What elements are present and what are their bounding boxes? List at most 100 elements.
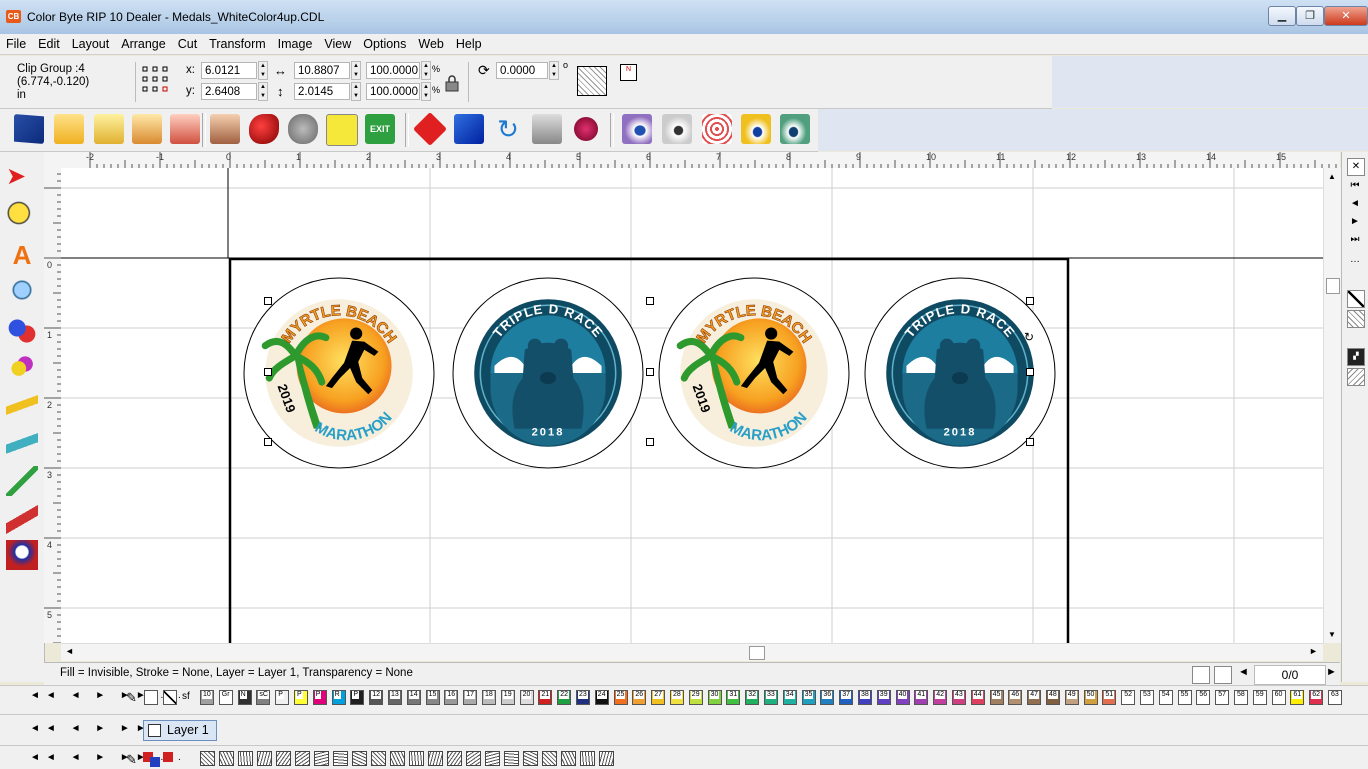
color-swatch[interactable]: P <box>275 690 290 705</box>
scroll-up-arrow[interactable]: ▲ <box>1328 172 1336 181</box>
knife-icon[interactable] <box>6 504 38 534</box>
color-swatch[interactable]: 55 <box>1177 690 1192 705</box>
color-swatch[interactable]: 22 <box>557 690 572 705</box>
color-swatch[interactable]: 29 <box>688 690 703 705</box>
group-icon[interactable] <box>326 114 358 146</box>
hatch-fill-icon[interactable] <box>1347 368 1365 386</box>
page-prev-button[interactable]: ◄ <box>1238 666 1249 678</box>
text-tool-icon[interactable]: A <box>6 240 38 270</box>
drawing-canvas[interactable]: MYRTLE BEACH MARATHON 2019 TRIPLE D RACE… <box>61 168 1323 643</box>
menu-options[interactable]: Options <box>357 34 412 54</box>
color-swatch[interactable]: 51 <box>1102 690 1117 705</box>
pattern-swatch[interactable] <box>200 751 215 766</box>
selection-handle[interactable] <box>264 297 272 305</box>
wizard-icon[interactable] <box>6 540 38 570</box>
pattern-swatch[interactable] <box>276 751 291 766</box>
color-swatch[interactable]: 49 <box>1064 690 1079 705</box>
pattern-swatch[interactable] <box>257 751 272 766</box>
color-swatch[interactable]: N <box>237 690 252 705</box>
color-swatch[interactable]: 52 <box>1121 690 1136 705</box>
scroll-down-arrow[interactable]: ▼ <box>1328 630 1336 639</box>
color-swatch[interactable]: 60 <box>1271 690 1286 705</box>
color-eye-icon[interactable] <box>741 114 771 144</box>
pattern-swatch[interactable] <box>561 751 576 766</box>
alt-color-indicator[interactable] <box>163 752 173 762</box>
color-swatch[interactable]: 62 <box>1309 690 1324 705</box>
pattern-swatch[interactable] <box>428 751 443 766</box>
scale-x-input[interactable]: 100.0000 <box>366 62 420 79</box>
scale-x-spinner[interactable]: ▲ ▼ <box>421 61 431 80</box>
stroke-icon[interactable]: ▞ <box>1347 348 1365 366</box>
color-swatch[interactable]: 38 <box>858 690 872 705</box>
stroke-color-indicator[interactable] <box>150 757 160 767</box>
color-swatch[interactable]: 53 <box>1140 690 1154 705</box>
color-swatch[interactable]: 48 <box>1046 690 1060 705</box>
pen-icon[interactable] <box>6 466 38 496</box>
swatch-none[interactable] <box>163 690 177 705</box>
color-swatch[interactable]: P <box>350 690 365 705</box>
color-swatch[interactable]: 20 <box>519 690 534 705</box>
menu-transform[interactable]: Transform <box>203 34 272 54</box>
rotation-input[interactable]: 0.0000 <box>496 62 548 79</box>
color-swatch[interactable]: 25 <box>613 690 628 705</box>
minimize-button[interactable]: ▁ <box>1268 6 1296 26</box>
color-swatch[interactable]: 41 <box>914 690 929 705</box>
scale-y-input[interactable]: 100.0000 <box>366 83 420 100</box>
color-swatch[interactable]: 32 <box>745 690 760 705</box>
color-swatch[interactable]: 12 <box>369 690 384 705</box>
color-swatch[interactable]: 59 <box>1252 690 1267 705</box>
pattern-swatch[interactable] <box>314 751 329 766</box>
last-page-icon[interactable]: ⏭ <box>1347 232 1363 248</box>
color-tool-icon[interactable] <box>6 352 38 382</box>
selection-handle[interactable] <box>1026 297 1034 305</box>
next-page-icon[interactable]: ► <box>1347 214 1363 230</box>
x-input[interactable]: 6.0121 <box>201 62 257 79</box>
color-swatch[interactable]: 31 <box>726 690 741 705</box>
zoom-icon[interactable] <box>6 201 38 231</box>
page-next-button[interactable]: ► <box>1326 666 1337 678</box>
pattern-swatch[interactable] <box>485 751 500 766</box>
medal-myrtle-beach-marathon[interactable]: MYRTLE BEACH MARATHON 2019 <box>658 277 850 469</box>
node-edit-icon[interactable] <box>413 112 447 146</box>
anchor-grid-icon[interactable] <box>142 66 174 100</box>
rip-icon[interactable] <box>574 117 598 141</box>
color-swatch[interactable]: sC <box>256 690 271 705</box>
color-swatch[interactable]: P <box>312 690 327 705</box>
vertical-scroll-thumb[interactable] <box>1326 278 1340 294</box>
color-swatch[interactable]: P <box>294 690 308 705</box>
exit-icon[interactable]: EXIT <box>365 114 395 144</box>
lock-icon[interactable] <box>445 74 459 92</box>
view-points-eye-icon[interactable] <box>662 114 692 144</box>
color-swatch[interactable]: Gr <box>218 690 233 705</box>
pattern-swatch[interactable] <box>409 751 424 766</box>
layer-visibility-checkbox[interactable] <box>148 724 161 737</box>
n-box[interactable]: N <box>620 64 637 81</box>
menu-view[interactable]: View <box>318 34 357 54</box>
page-insert-icon[interactable] <box>1214 666 1232 684</box>
print-icon[interactable] <box>532 114 562 144</box>
rotate-handle-icon[interactable]: ↻ <box>1024 330 1034 344</box>
layer-tab-active[interactable]: Layer 1 <box>143 720 217 741</box>
color-swatch[interactable]: 46 <box>1008 690 1023 705</box>
pattern-swatch[interactable] <box>295 751 310 766</box>
grid-points-icon[interactable] <box>702 114 732 144</box>
medal-triple-d-race[interactable]: TRIPLE D RACE 2018 <box>452 277 644 469</box>
height-input[interactable]: 2.0145 <box>294 83 350 100</box>
save-icon[interactable] <box>94 114 124 144</box>
menu-file[interactable]: File <box>0 34 32 54</box>
pattern-swatch[interactable] <box>238 751 253 766</box>
color-swatch[interactable]: 21 <box>538 690 553 705</box>
menu-cut[interactable]: Cut <box>172 34 203 54</box>
prev-page-icon[interactable]: ◄ <box>1347 196 1363 212</box>
color-swatch[interactable]: 37 <box>839 690 854 705</box>
color-swatch[interactable]: 56 <box>1196 690 1211 705</box>
swatch-sf[interactable]: sf <box>182 691 190 702</box>
pattern-swatch[interactable] <box>523 751 538 766</box>
color-swatch[interactable]: 43 <box>952 690 966 705</box>
color-swatch[interactable]: 28 <box>670 690 684 705</box>
page-add-icon[interactable] <box>1192 666 1210 684</box>
color-swatch[interactable]: 50 <box>1083 690 1098 705</box>
pattern-pen-icon[interactable]: ✎ <box>126 752 137 768</box>
menu-arrange[interactable]: Arrange <box>115 34 171 54</box>
selection-handle[interactable] <box>264 368 272 376</box>
